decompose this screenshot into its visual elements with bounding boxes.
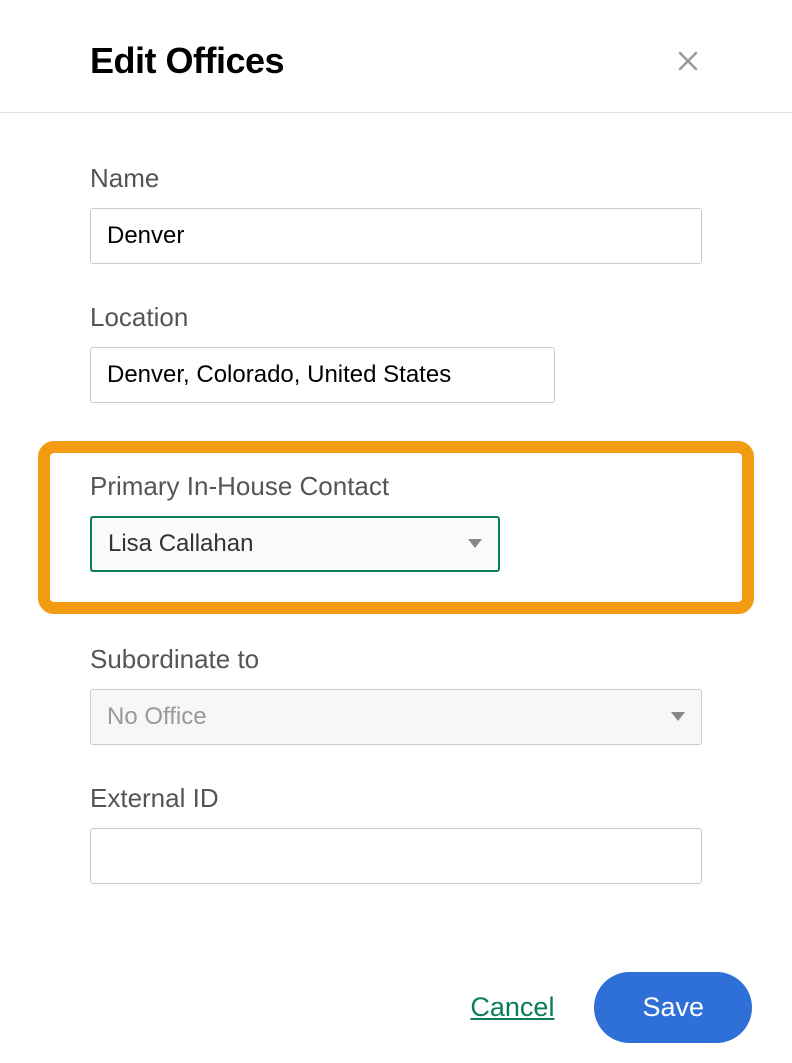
external-id-input[interactable] (90, 828, 702, 884)
chevron-down-icon (468, 536, 482, 552)
location-input[interactable] (90, 347, 555, 403)
primary-contact-label: Primary In-House Contact (90, 471, 702, 502)
chevron-down-icon (671, 709, 685, 725)
highlight-box-primary-contact: Primary In-House Contact Lisa Callahan (38, 441, 754, 614)
edit-offices-modal: Edit Offices Name Location Primary In-Ho… (0, 0, 792, 1063)
form-group-subordinate: Subordinate to No Office (90, 644, 702, 745)
modal-header: Edit Offices (0, 0, 792, 113)
subordinate-value: No Office (107, 703, 207, 731)
form-group-external-id: External ID (90, 783, 702, 884)
name-label: Name (90, 163, 702, 194)
form-group-location: Location (90, 302, 702, 403)
external-id-label: External ID (90, 783, 702, 814)
name-input[interactable] (90, 208, 702, 264)
close-icon[interactable] (674, 47, 702, 75)
subordinate-select[interactable]: No Office (90, 689, 702, 745)
modal-footer: Cancel Save (0, 952, 792, 1063)
subordinate-label: Subordinate to (90, 644, 702, 675)
cancel-button[interactable]: Cancel (470, 992, 554, 1023)
modal-body: Name Location Primary In-House Contact L… (0, 113, 792, 952)
form-group-name: Name (90, 163, 702, 264)
primary-contact-select[interactable]: Lisa Callahan (90, 516, 500, 572)
location-label: Location (90, 302, 702, 333)
primary-contact-value: Lisa Callahan (108, 530, 253, 558)
save-button[interactable]: Save (594, 972, 752, 1043)
form-group-primary-contact: Primary In-House Contact Lisa Callahan (90, 471, 702, 572)
modal-title: Edit Offices (90, 40, 284, 82)
